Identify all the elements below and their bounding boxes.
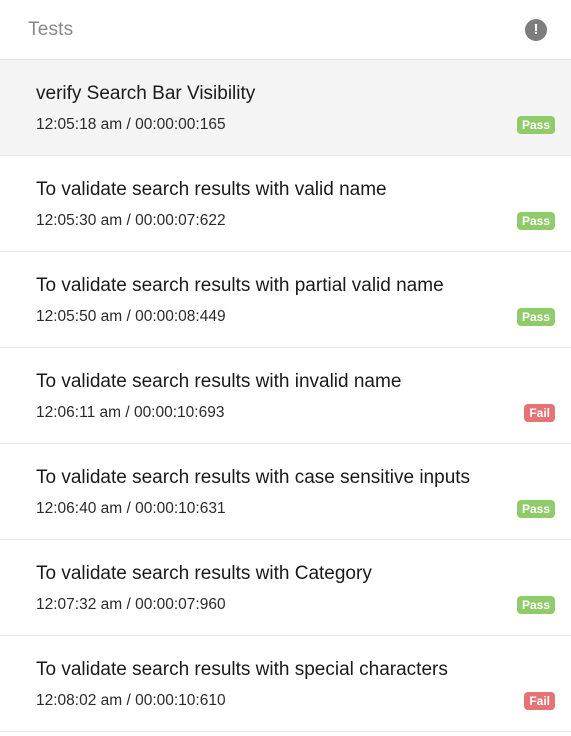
status-badge: Fail — [524, 692, 555, 710]
alert-icon[interactable]: ! — [525, 18, 547, 41]
status-badge: Fail — [524, 404, 555, 422]
test-item[interactable]: To validate search results with invalid … — [0, 348, 571, 444]
test-name: To validate search results with special … — [36, 659, 448, 680]
tests-header: Tests ! — [0, 0, 571, 60]
test-name: To validate search results with case sen… — [36, 467, 471, 488]
tests-panel: Tests ! verify Search Bar Visibility 12:… — [0, 0, 571, 736]
test-item[interactable]: To validate search results with case sen… — [0, 444, 571, 540]
status-badge: Pass — [516, 596, 555, 614]
test-list: verify Search Bar Visibility 12:05:18 am… — [0, 60, 571, 732]
test-item[interactable]: verify Search Bar Visibility 12:05:18 am… — [0, 60, 571, 156]
test-name: To validate search results with invalid … — [36, 371, 402, 392]
status-badge: Pass — [516, 212, 555, 230]
test-timestamp-duration: 12:08:02 am / 00:00:10:610 — [36, 692, 226, 709]
status-badge: Pass — [516, 500, 555, 518]
test-item[interactable]: To validate search results with partial … — [0, 252, 571, 348]
test-item[interactable]: To validate search results with valid na… — [0, 156, 571, 252]
test-timestamp-duration: 12:05:30 am / 00:00:07:622 — [36, 212, 226, 229]
test-timestamp-duration: 12:05:18 am / 00:00:00:165 — [36, 116, 226, 133]
test-name: To validate search results with valid na… — [36, 179, 387, 200]
test-name: verify Search Bar Visibility — [36, 83, 256, 104]
test-name: To validate search results with partial … — [36, 275, 444, 296]
test-timestamp-duration: 12:05:50 am / 00:00:08:449 — [36, 308, 226, 325]
status-badge: Pass — [516, 116, 555, 134]
test-timestamp-duration: 12:07:32 am / 00:00:07:960 — [36, 596, 226, 613]
test-item[interactable]: To validate search results with Category… — [0, 540, 571, 636]
test-name: To validate search results with Category — [36, 563, 372, 584]
test-timestamp-duration: 12:06:11 am / 00:00:10:693 — [36, 404, 225, 421]
header-title: Tests — [28, 18, 74, 40]
status-badge: Pass — [516, 308, 555, 326]
test-item[interactable]: To validate search results with special … — [0, 636, 571, 732]
test-timestamp-duration: 12:06:40 am / 00:00:10:631 — [36, 500, 226, 517]
